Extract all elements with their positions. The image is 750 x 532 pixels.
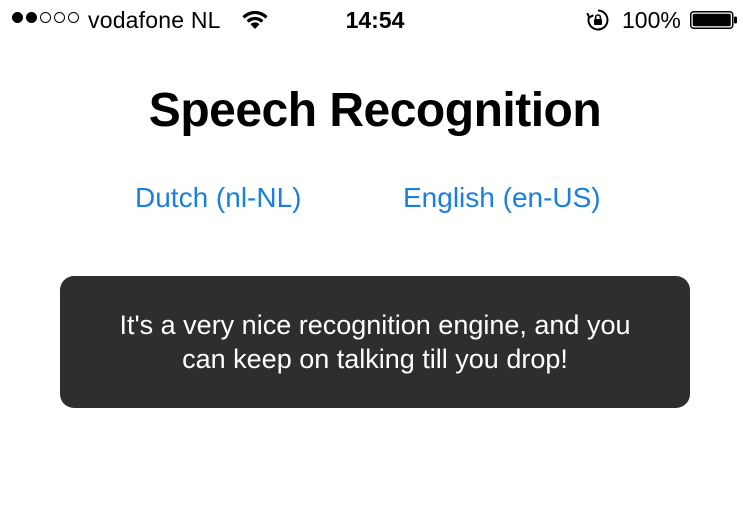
transcript-card: It's a very nice recognition engine, and…	[60, 276, 690, 408]
language-button-english[interactable]: English (en-US)	[403, 180, 601, 216]
page-title: Speech Recognition	[148, 84, 602, 137]
rotation-lock-icon	[586, 9, 609, 31]
language-button-dutch[interactable]: Dutch (nl-NL)	[135, 180, 301, 216]
battery-percentage: 100%	[622, 7, 681, 33]
transcript-text: It's a very nice recognition engine, and…	[119, 310, 631, 374]
status-bar: vodafone NL 14:54 100%	[0, 0, 750, 40]
battery-icon	[690, 11, 737, 29]
